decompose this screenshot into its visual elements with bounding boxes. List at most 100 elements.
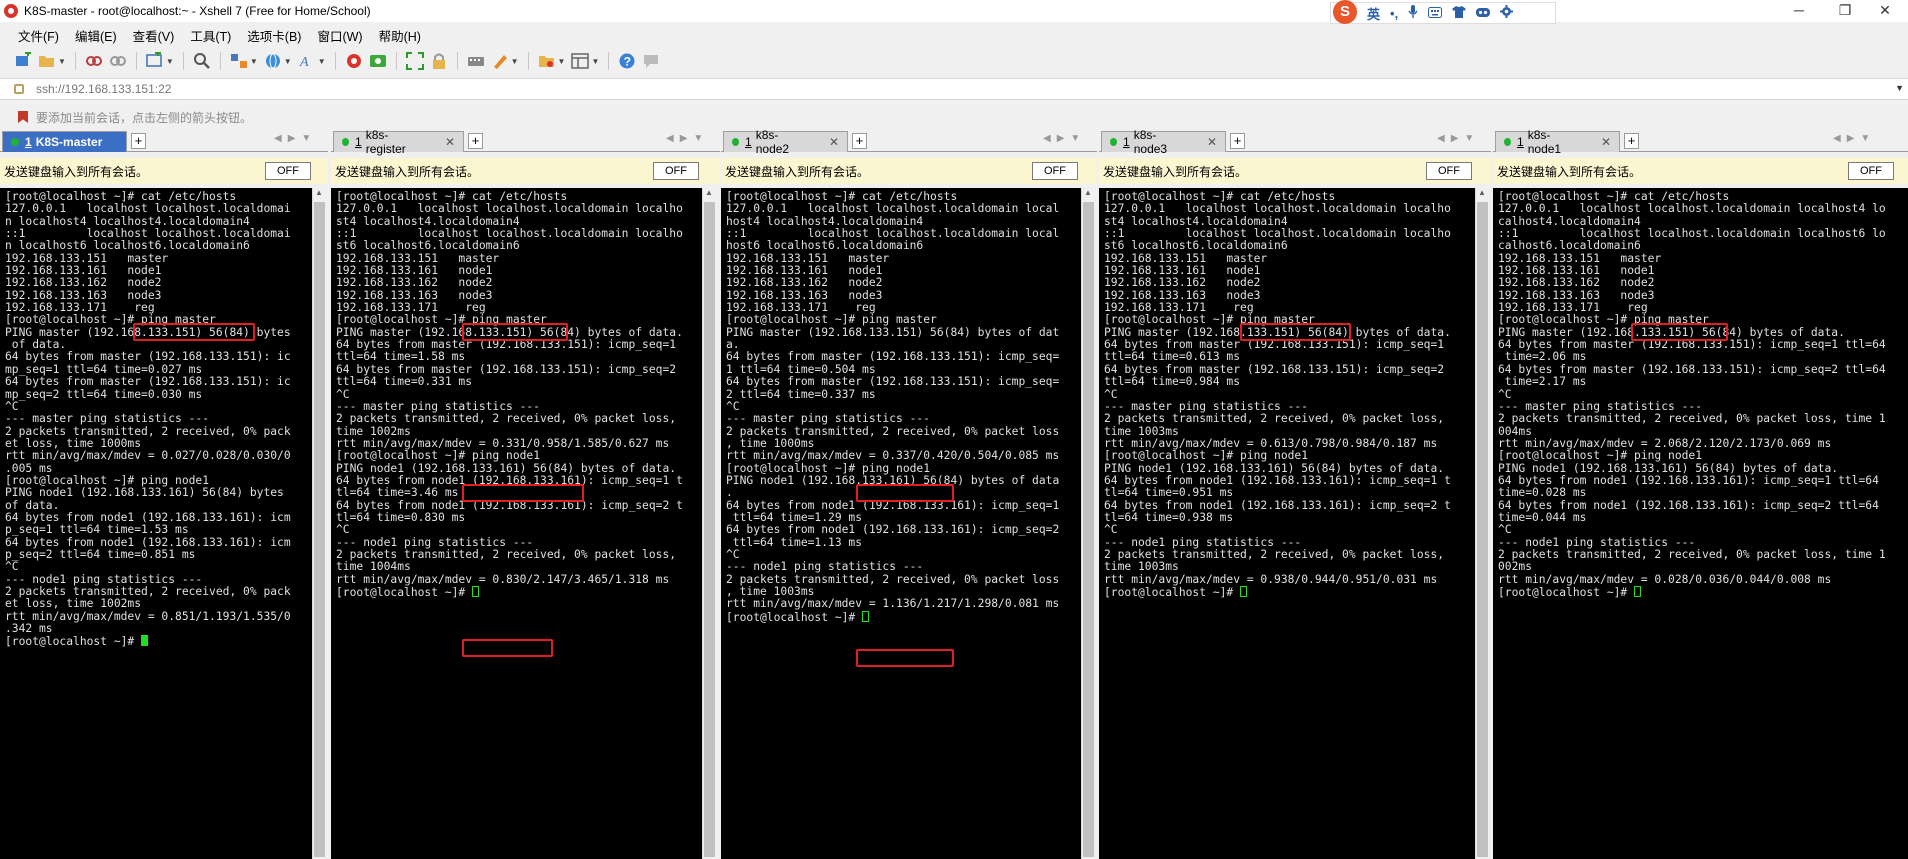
terminal-output[interactable]: [root@localhost ~]# cat /etc/hosts 127.0.…	[0, 188, 312, 859]
tab-close-icon[interactable]: ✕	[1207, 135, 1217, 149]
new-tab-plus-icon[interactable]: +	[131, 133, 146, 149]
tab-close-icon[interactable]: ✕	[829, 135, 839, 149]
scrollbar-thumb[interactable]	[1477, 202, 1488, 857]
tab-k8s-node2[interactable]: 1 k8s-node2 ✕	[723, 128, 848, 156]
send-to-all-off-button[interactable]: OFF	[1426, 162, 1472, 180]
menu-view[interactable]: 查看(V)	[133, 26, 175, 45]
menu-help[interactable]: 帮助(H)	[379, 26, 421, 45]
send-to-all-off-button[interactable]: OFF	[653, 162, 699, 180]
new-tab-plus-icon[interactable]: +	[852, 133, 867, 149]
svg-text:?: ?	[624, 54, 631, 68]
terminal-output[interactable]: [root@localhost ~]# cat /etc/hosts 127.0.…	[1099, 188, 1475, 859]
menu-file[interactable]: 文件(F)	[18, 26, 59, 45]
terminal-line: ^C	[336, 523, 350, 537]
layout-icon[interactable]	[230, 52, 248, 70]
open-folder-icon[interactable]	[38, 52, 56, 70]
menu-tools[interactable]: 工具(T)	[190, 26, 231, 45]
tab-navigation-arrows-icon[interactable]: ◀▶▼	[1833, 133, 1876, 144]
scrollbar-thumb[interactable]	[314, 202, 325, 857]
tab-k8s-register[interactable]: 1 k8s-register ✕	[333, 128, 464, 156]
window-layout-icon[interactable]	[571, 52, 590, 70]
terminal-scrollbar[interactable]: ▲	[702, 188, 716, 859]
menu-tabs[interactable]: 选项卡(B)	[247, 26, 301, 45]
terminal-line: 127.0.0.1 localhost localhost.localdomai…	[1498, 202, 1886, 216]
terminal-line: [root@localhost ~]#	[726, 610, 1081, 624]
terminal-output[interactable]: [root@localhost ~]# cat /etc/hosts 127.0.…	[331, 188, 702, 859]
disconnect-icon[interactable]	[109, 52, 127, 70]
globe-dropdown-icon[interactable]: ▼	[284, 57, 292, 66]
terminal-output[interactable]: [root@localhost ~]# cat /etc/hosts 127.0.…	[721, 188, 1081, 859]
terminal-scrollbar[interactable]: ▲	[312, 188, 326, 859]
address-bar[interactable]: ssh://192.168.133.151:22 ▼	[0, 78, 1908, 100]
layout-dropdown-icon[interactable]: ▼	[250, 57, 258, 66]
scroll-up-arrow-icon[interactable]: ▲	[315, 188, 323, 197]
ime-toolbar[interactable]: S 英 •,	[1330, 0, 1556, 24]
scrollbar-thumb[interactable]	[1083, 202, 1094, 857]
send-to-all-label: 发送键盘输入到所有会话。	[335, 164, 480, 179]
minimize-button[interactable]: ─	[1776, 0, 1822, 22]
tab-k8s-node3[interactable]: 1 k8s-node3 ✕	[1101, 128, 1226, 156]
globe-icon[interactable]	[264, 52, 282, 70]
fullscreen-icon[interactable]	[405, 52, 424, 70]
font-icon[interactable]: A	[298, 52, 316, 70]
window-layout-dropdown-icon[interactable]: ▼	[591, 57, 599, 66]
search-icon[interactable]	[193, 52, 211, 70]
sogou-logo-icon[interactable]: S	[1333, 0, 1357, 24]
new-tab-plus-icon[interactable]: +	[1624, 133, 1639, 149]
scroll-up-arrow-icon[interactable]: ▲	[1478, 188, 1486, 197]
send-to-all-off-button[interactable]: OFF	[265, 162, 311, 180]
punctuation-icon[interactable]: •,	[1390, 6, 1398, 21]
session-manager-icon[interactable]	[538, 52, 556, 70]
microphone-icon[interactable]	[1408, 4, 1418, 22]
terminal-line: PING master (192.168.133.151) 56(84) byt…	[726, 325, 1060, 339]
help-icon[interactable]: ?	[618, 52, 636, 70]
tab-label: k8s-register	[365, 128, 406, 156]
tab-close-icon[interactable]: ✕	[1601, 135, 1611, 149]
scroll-up-arrow-icon[interactable]: ▲	[1084, 188, 1092, 197]
scroll-up-arrow-icon[interactable]: ▲	[705, 188, 713, 197]
tab-k8s-master[interactable]: 1K8S-master✕	[2, 131, 127, 152]
menu-window[interactable]: 窗口(W)	[317, 26, 362, 45]
tab-k8s-node1[interactable]: 1 k8s-node1 ✕	[1495, 128, 1620, 156]
terminal-output[interactable]: [root@localhost ~]# cat /etc/hosts 127.0.…	[1493, 188, 1908, 859]
reconnect-icon[interactable]	[146, 50, 164, 70]
terminal-line: 2 packets transmitted, 2 received, 0% pa…	[1104, 412, 1445, 426]
font-dropdown-icon[interactable]: ▼	[318, 57, 326, 66]
send-to-all-off-button[interactable]: OFF	[1032, 162, 1078, 180]
connect-icon[interactable]	[85, 52, 103, 70]
reconnect-dropdown-icon[interactable]: ▼	[166, 57, 174, 66]
tab-navigation-arrows-icon[interactable]: ◀▶▼	[1437, 133, 1480, 144]
close-button[interactable]: ✕	[1862, 0, 1908, 22]
menu-edit[interactable]: 编辑(E)	[75, 26, 117, 45]
tunnel-icon[interactable]	[369, 52, 387, 70]
send-to-all-off-button[interactable]: OFF	[1848, 162, 1894, 180]
terminal-line: --- master ping statistics ---	[5, 412, 210, 426]
keyboard-icon[interactable]	[467, 52, 485, 70]
skin-icon[interactable]	[1452, 5, 1467, 21]
scrollbar-thumb[interactable]	[704, 202, 715, 857]
keyboard-icon[interactable]	[1428, 6, 1443, 21]
settings-gear-icon[interactable]	[1500, 5, 1514, 21]
new-tab-plus-icon[interactable]: +	[468, 133, 483, 149]
address-dropdown-icon[interactable]: ▼	[1895, 83, 1904, 93]
highlight-dropdown-icon[interactable]: ▼	[511, 57, 519, 66]
new-tab-plus-icon[interactable]: +	[1230, 133, 1245, 149]
toolbox-icon[interactable]	[1476, 6, 1491, 21]
lock-icon[interactable]	[430, 52, 448, 70]
highlight-icon[interactable]	[491, 52, 509, 70]
terminal-scrollbar[interactable]: ▲	[1475, 188, 1489, 859]
new-session-icon[interactable]	[14, 50, 32, 70]
xftp-icon[interactable]	[345, 52, 363, 70]
ime-mode-toggle[interactable]: 英	[1367, 4, 1380, 23]
bookmark-icon[interactable]	[18, 111, 28, 123]
session-hint-text: 要添加当前会话，点击左侧的箭头按钮。	[36, 110, 253, 125]
tab-navigation-arrows-icon[interactable]: ◀▶▼	[666, 133, 709, 144]
chat-icon[interactable]	[642, 52, 660, 70]
tab-row: 1 k8s-node2 ✕ + ◀▶▼	[721, 128, 1097, 156]
tab-close-icon[interactable]: ✕	[445, 135, 455, 149]
session-dropdown-icon[interactable]: ▼	[558, 57, 566, 66]
tab-navigation-arrows-icon[interactable]: ◀▶▼	[274, 133, 317, 144]
tab-navigation-arrows-icon[interactable]: ◀▶▼	[1043, 133, 1086, 144]
terminal-scrollbar[interactable]: ▲	[1081, 188, 1095, 859]
open-dropdown-icon[interactable]: ▼	[58, 57, 66, 66]
